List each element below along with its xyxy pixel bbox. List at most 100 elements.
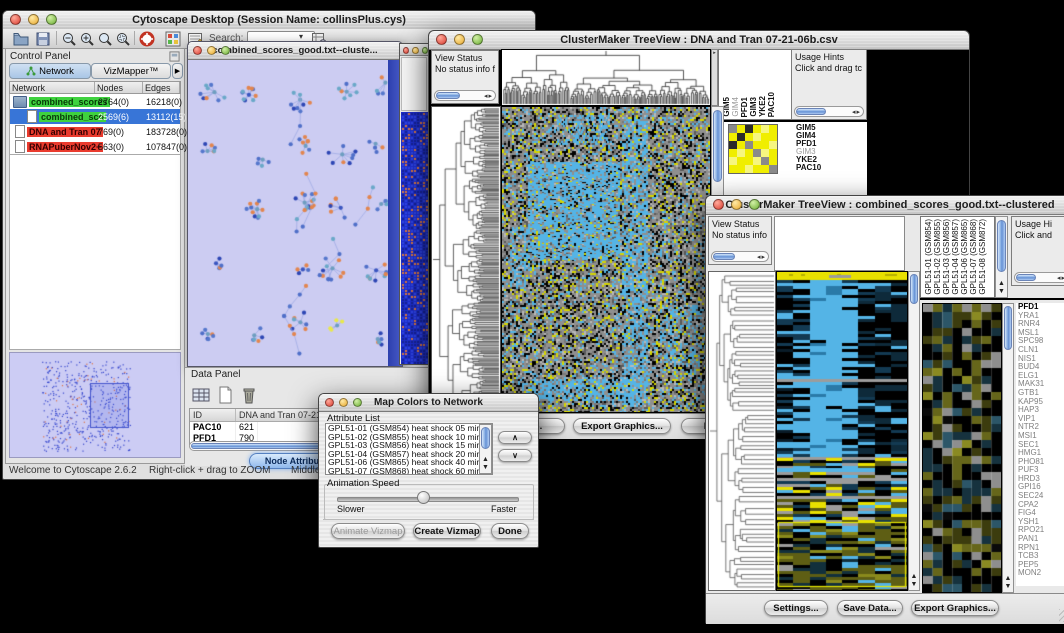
- heatmap-cell[interactable]: [769, 125, 777, 133]
- tv1-zoom-heatmap[interactable]: [728, 124, 778, 174]
- vscroll-thumb[interactable]: [1004, 306, 1012, 350]
- save-icon[interactable]: [35, 31, 51, 47]
- tv2-column-label[interactable]: GPL51-01 (GSM854): [924, 219, 933, 295]
- new-attribute-icon[interactable]: [215, 385, 235, 405]
- zoom-out-icon[interactable]: [61, 31, 77, 47]
- vscroll-thumb[interactable]: [910, 274, 918, 304]
- zoom-in-icon[interactable]: [79, 31, 95, 47]
- tv1-row-labels[interactable]: GIM5GIM4PFD1GIM3YKE2PAC10: [796, 124, 821, 172]
- network-canvas-viewport[interactable]: [188, 60, 388, 366]
- minimize-icon[interactable]: [731, 199, 742, 210]
- heatmap-cell[interactable]: [729, 149, 737, 157]
- tv2-column-label[interactable]: GPL51-06 (GSM865): [960, 219, 969, 295]
- heatmap-cell[interactable]: [729, 141, 737, 149]
- heatmap-cell[interactable]: [737, 141, 745, 149]
- tv2-zoom-vscrollbar[interactable]: ▲▼: [1002, 303, 1014, 593]
- col-nodes[interactable]: Nodes: [95, 82, 143, 93]
- zoom-window-icon[interactable]: [46, 14, 57, 25]
- tv1-status-hscrollbar[interactable]: ◂▸: [434, 90, 496, 101]
- attribute-list[interactable]: GPL51-01 (GSM854) heat shock 05 minGPL51…: [325, 423, 493, 475]
- heatmap-cell[interactable]: [745, 125, 753, 133]
- search-dropdown-icon[interactable]: ▾: [299, 32, 303, 41]
- heatmap-cell[interactable]: [737, 133, 745, 141]
- heatmap-cell[interactable]: [729, 125, 737, 133]
- zoom-window-icon[interactable]: [749, 199, 760, 210]
- network-list-row[interactable]: combined_scores2764(0)16218(0): [10, 94, 180, 109]
- tv2-column-label[interactable]: GPL51-08 (GSM872): [978, 219, 987, 295]
- help-lifering-icon[interactable]: [139, 31, 155, 47]
- tv2-status-hscrollbar[interactable]: ◂▸: [711, 251, 769, 262]
- settings-button[interactable]: Settings...: [764, 600, 828, 616]
- heatmap-cell[interactable]: [737, 125, 745, 133]
- col-network[interactable]: Network: [10, 82, 95, 93]
- heatmap-cell[interactable]: [769, 165, 777, 173]
- network-list-row[interactable]: combined_sco2569(6)13112(15): [10, 109, 180, 124]
- minimize-icon[interactable]: [339, 398, 348, 407]
- hscroll-thumb[interactable]: [1016, 274, 1036, 281]
- heatmap-cell[interactable]: [769, 133, 777, 141]
- move-down-button[interactable]: ∨: [498, 449, 532, 462]
- vscroll-thumb[interactable]: [481, 427, 490, 449]
- hscroll-arrows[interactable]: ◂▸: [484, 91, 493, 100]
- tv2-column-label[interactable]: GPL51-07 (GSM868): [969, 219, 978, 295]
- heatmap-cell[interactable]: [761, 165, 769, 173]
- tv1-column-label[interactable]: PAC10: [767, 92, 776, 117]
- map-dialog-titlebar[interactable]: Map Colors to Network: [319, 394, 538, 412]
- hscroll-arrows[interactable]: ◂▸: [852, 107, 861, 116]
- resize-grip[interactable]: [1059, 609, 1064, 622]
- heatmap-cell[interactable]: [769, 157, 777, 165]
- minimize-icon[interactable]: [207, 46, 216, 55]
- heatmap-cell[interactable]: [753, 141, 761, 149]
- treeview2-titlebar[interactable]: ClusterMaker TreeView : combined_scores_…: [706, 196, 1064, 215]
- heatmap-cell[interactable]: [761, 133, 769, 141]
- heatmap-cell[interactable]: [753, 149, 761, 157]
- tv2-column-label[interactable]: GPL51-04 (GSM857): [951, 219, 960, 295]
- tab-network[interactable]: Network: [9, 63, 91, 79]
- heatmap-cell[interactable]: [745, 149, 753, 157]
- tv1-column-label[interactable]: PFD1: [740, 97, 749, 117]
- hscroll-thumb[interactable]: [713, 253, 735, 260]
- close-icon[interactable]: [10, 14, 21, 25]
- background-network-window[interactable]: [399, 43, 429, 365]
- tab-vizmapper[interactable]: VizMapper™: [91, 63, 171, 79]
- tab-overflow-button[interactable]: ▶: [172, 63, 183, 79]
- vscroll-arrows[interactable]: ▲▼: [480, 456, 491, 472]
- export-graphics-button[interactable]: Export Graphics...: [911, 600, 999, 616]
- heatmap-cell[interactable]: [745, 133, 753, 141]
- tv1-column-label[interactable]: GIM4: [731, 97, 740, 117]
- heatmap-cell[interactable]: [753, 157, 761, 165]
- hscroll-arrows[interactable]: ◂▸: [757, 252, 766, 261]
- tv1-column-dendrogram[interactable]: [501, 49, 711, 106]
- tv2-heatmap[interactable]: [776, 271, 908, 591]
- tv2-labels-vscrollbar[interactable]: ▲▼: [995, 216, 1008, 298]
- heatmap-cell[interactable]: [737, 149, 745, 157]
- tv2-gene-list[interactable]: PFD1YRA1RNR4MSL1SPC98CLN1NIS1BUD4ELG1MAK…: [1016, 303, 1064, 586]
- heatmap-cell[interactable]: [745, 165, 753, 173]
- gene-label[interactable]: MON2: [1018, 569, 1064, 578]
- tv2-row-dendrogram[interactable]: [708, 271, 776, 591]
- hscroll-arrows[interactable]: ◂▸: [1057, 273, 1064, 282]
- treeview1-titlebar[interactable]: ClusterMaker TreeView : DNA and Tran 07-…: [429, 31, 969, 50]
- tv1-column-label[interactable]: YKE2: [758, 96, 767, 117]
- vscroll-arrows[interactable]: ▲▼: [909, 573, 919, 589]
- open-file-icon[interactable]: [13, 31, 29, 47]
- vscroll-thumb[interactable]: [713, 110, 722, 182]
- create-vizmap-button[interactable]: Create Vizmap: [413, 523, 481, 539]
- heatmap-cell[interactable]: [761, 157, 769, 165]
- zoom-window-icon[interactable]: [472, 34, 483, 45]
- zoom-selected-icon[interactable]: [115, 31, 131, 47]
- tv2-column-label[interactable]: GPL51-02 (GSM855): [933, 219, 942, 295]
- heatmap-cell[interactable]: [737, 165, 745, 173]
- close-icon[interactable]: [713, 199, 724, 210]
- heatmap-cell[interactable]: [769, 149, 777, 157]
- zoom-window-icon[interactable]: [353, 398, 362, 407]
- background-window-titlebar[interactable]: [400, 44, 428, 56]
- done-button[interactable]: Done: [491, 523, 529, 539]
- export-graphics-button[interactable]: Export Graphics...: [573, 418, 671, 434]
- float-panel-icon[interactable]: [169, 51, 180, 62]
- network-list-row[interactable]: RNAPuberNov2+563(0)107847(0): [10, 139, 180, 154]
- tv2-hints-hscrollbar[interactable]: ◂▸: [1014, 272, 1064, 283]
- heatmap-cell[interactable]: [737, 157, 745, 165]
- network-overview-panel[interactable]: [9, 352, 181, 458]
- network-table-header[interactable]: Network Nodes Edges: [9, 81, 181, 94]
